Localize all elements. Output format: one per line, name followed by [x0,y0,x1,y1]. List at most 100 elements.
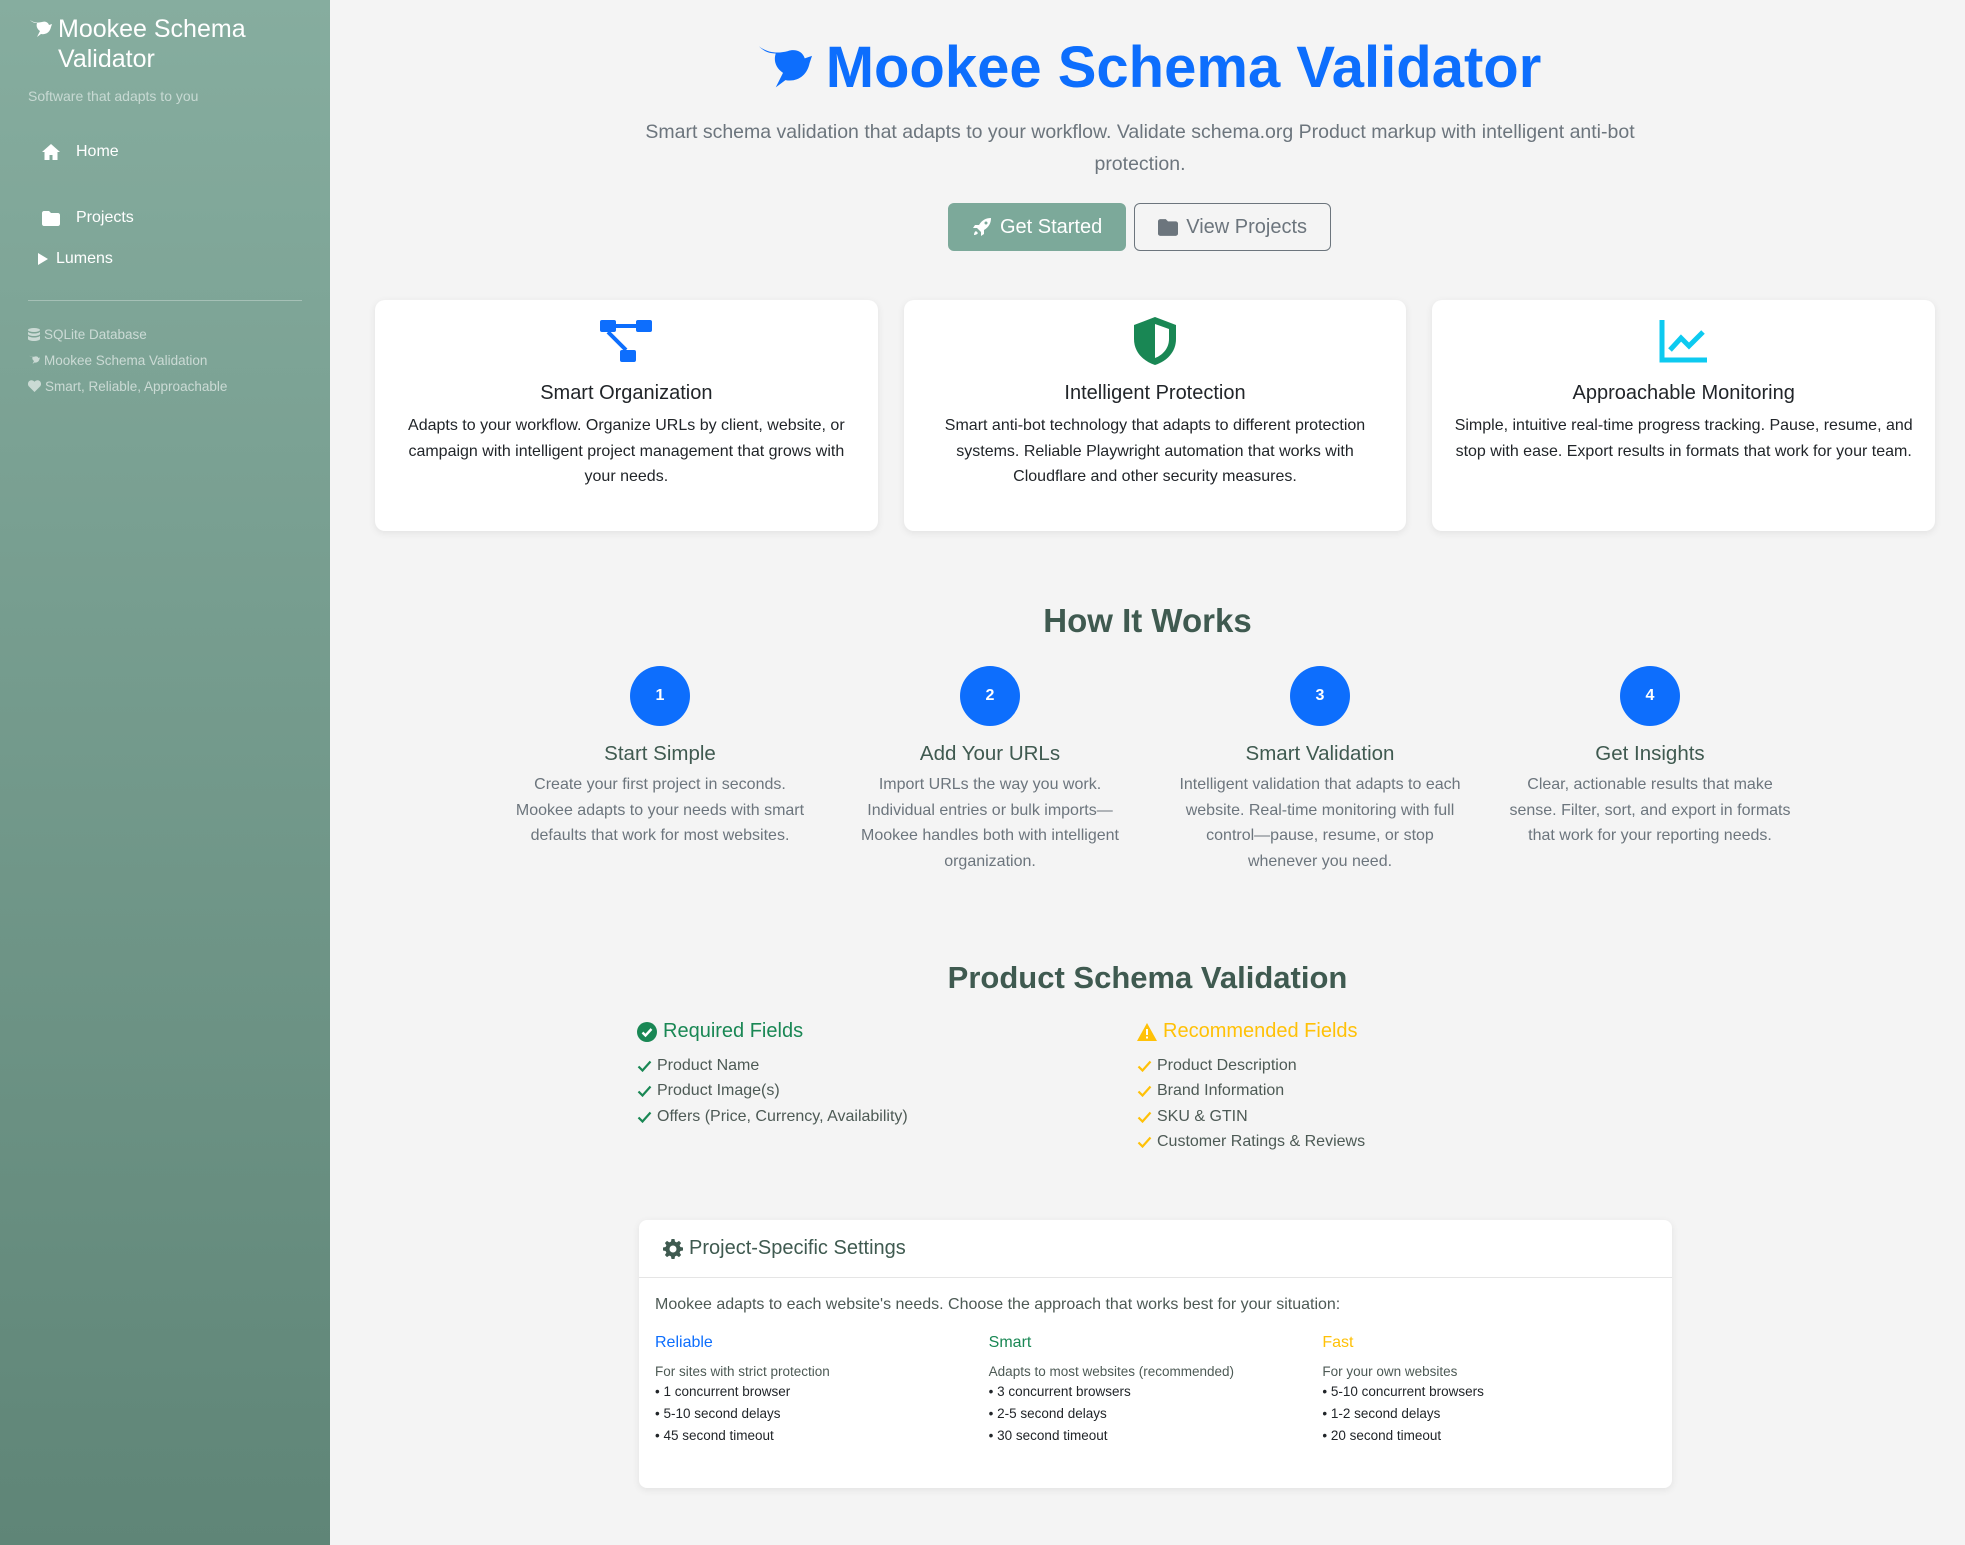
button-label: Get Started [999,215,1103,238]
settings-intro: Mookee adapts to each website's needs. C… [655,1296,1341,1313]
brand-title: Mookee Schema Validator [58,15,246,73]
sidebar-item-label: Projects [76,209,134,226]
heart-icon [28,380,41,392]
get-started-button[interactable]: Get Started [947,203,1127,251]
sidebar: Mookee Schema Validator Software that ad… [0,0,330,1545]
mode-name: Fast [1322,1334,1354,1351]
sidebar-item-label: Lumens [56,250,113,267]
list-item: Product Name [637,1053,1137,1079]
item-label: Customer Ratings & Reviews [1157,1133,1366,1151]
mode-name: Smart [988,1334,1032,1351]
check-icon [637,1111,652,1123]
recommended-fields-heading: Recommended Fields [1137,1020,1637,1043]
how-it-works-title: How It Works [1043,602,1252,639]
list-item: • 5-10 concurrent browsers [1322,1384,1484,1399]
mode-description: For sites with strict protection [655,1364,830,1379]
card-text: Smart anti-bot technology that adapts to… [944,417,1366,485]
card-text: Adapts to your workflow. Organize URLs b… [408,417,845,485]
card-title: Intelligent Protection [1064,382,1246,404]
caret-right-icon [38,253,48,265]
view-projects-button[interactable]: View Projects [1134,203,1332,251]
step-text: Create your first project in seconds. Mo… [515,776,805,844]
mode-description: For your own websites [1322,1364,1458,1379]
step-item: 1 Start Simple Create your first project… [495,666,825,874]
step-title: Add Your URLs [919,742,1061,765]
bird-icon [29,355,40,364]
list-item: • 5-10 second delays [655,1406,781,1421]
mode-fast: Fast For your own websites • 5-10 concur… [1322,1334,1656,1445]
sidebar-divider [28,300,302,301]
step-number: 1 [630,666,690,726]
step-item: 2 Add Your URLs Import URLs the way you … [825,666,1155,874]
sidebar-item-home[interactable]: Home [28,132,302,172]
recommended-fields: Recommended Fields Product Description B… [1137,1020,1637,1155]
main-content: Mookee Schema Validator Smart schema val… [330,0,1965,1545]
project-settings-card: Project-Specific Settings Mookee adapts … [639,1220,1672,1488]
folder-icon [1158,218,1179,236]
item-label: Product Image(s) [657,1082,780,1100]
check-icon [1137,1137,1152,1149]
step-number: 4 [1620,666,1680,726]
mode-name: Reliable [655,1334,713,1351]
database-icon [28,327,40,341]
list-item: • 2-5 second delays [988,1406,1107,1421]
item-label: Product Description [1157,1056,1297,1074]
how-it-works-steps: 1 Start Simple Create your first project… [495,666,1815,874]
check-icon [1137,1086,1152,1098]
sidebar-item-lumens[interactable]: Lumens [28,244,302,274]
shield-icon [1134,317,1176,365]
step-text: Intelligent validation that adapts to ea… [1179,776,1461,870]
step-number: 3 [1290,666,1350,726]
footer-validation: Mookee Schema Validation [28,347,302,373]
sidebar-nav: Home Projects Lumens [28,132,302,274]
list-item: • 30 second timeout [988,1428,1108,1443]
step-title: Get Insights [1595,742,1705,765]
step-title: Start Simple [604,742,716,765]
page-title-text: Mookee Schema Validator [825,35,1542,100]
card-title: Approachable Monitoring [1572,382,1795,404]
chart-line-icon [1659,320,1707,363]
step-text: Clear, actionable results that make sens… [1509,776,1791,844]
list-item: • 1-2 second delays [1322,1406,1441,1421]
item-label: Product Name [657,1056,760,1074]
required-fields-heading: Required Fields [637,1020,1137,1043]
list-item: Product Description [1137,1053,1637,1079]
step-text: Import URLs the way you work. Individual… [861,776,1119,870]
button-label: View Projects [1186,215,1308,238]
footer-tagline: Smart, Reliable, Approachable [28,373,302,399]
feature-card-organization: Smart Organization Adapts to your workfl… [375,300,878,531]
list-item: • 3 concurrent browsers [988,1384,1131,1399]
heading-label: Recommended Fields [1163,1020,1358,1042]
list-item: Brand Information [1137,1079,1637,1105]
card-title: Smart Organization [540,382,713,404]
settings-title: Project-Specific Settings [689,1237,906,1259]
check-circle-icon [637,1021,657,1042]
footer-label: Smart, Reliable, Approachable [45,378,228,394]
hero-subtitle: Smart schema validation that adapts to y… [645,121,1635,175]
bird-icon [758,45,812,87]
mode-reliable: Reliable For sites with strict protectio… [655,1334,989,1445]
footer-database: SQLite Database [28,321,302,347]
list-item: • 45 second timeout [655,1428,774,1443]
check-icon [637,1086,652,1098]
step-number: 2 [960,666,1020,726]
brand-tagline: Software that adapts to you [28,88,199,104]
footer-label: SQLite Database [44,326,147,342]
schema-validation-title: Product Schema Validation [947,960,1348,995]
list-item: Offers (Price, Currency, Availability) [637,1104,1137,1130]
settings-header: Project-Specific Settings [639,1220,1672,1278]
sidebar-brand[interactable]: Mookee Schema Validator [28,14,302,74]
feature-card-protection: Intelligent Protection Smart anti-bot te… [903,300,1407,531]
check-icon [637,1060,652,1072]
sidebar-item-projects[interactable]: Projects [28,198,302,238]
item-label: Offers (Price, Currency, Availability) [657,1107,908,1125]
folder-icon [42,210,60,226]
step-title: Smart Validation [1245,742,1395,765]
mode-description: Adapts to most websites (recommended) [988,1364,1235,1379]
step-item: 3 Smart Validation Intelligent validatio… [1155,666,1485,874]
check-icon [1137,1111,1152,1123]
step-item: 4 Get Insights Clear, actionable results… [1485,666,1815,874]
hero-actions: Get Started View Projects [322,203,1957,251]
list-item: Customer Ratings & Reviews [1137,1130,1637,1156]
mode-smart: Smart Adapts to most websites (recommend… [989,1334,1323,1445]
